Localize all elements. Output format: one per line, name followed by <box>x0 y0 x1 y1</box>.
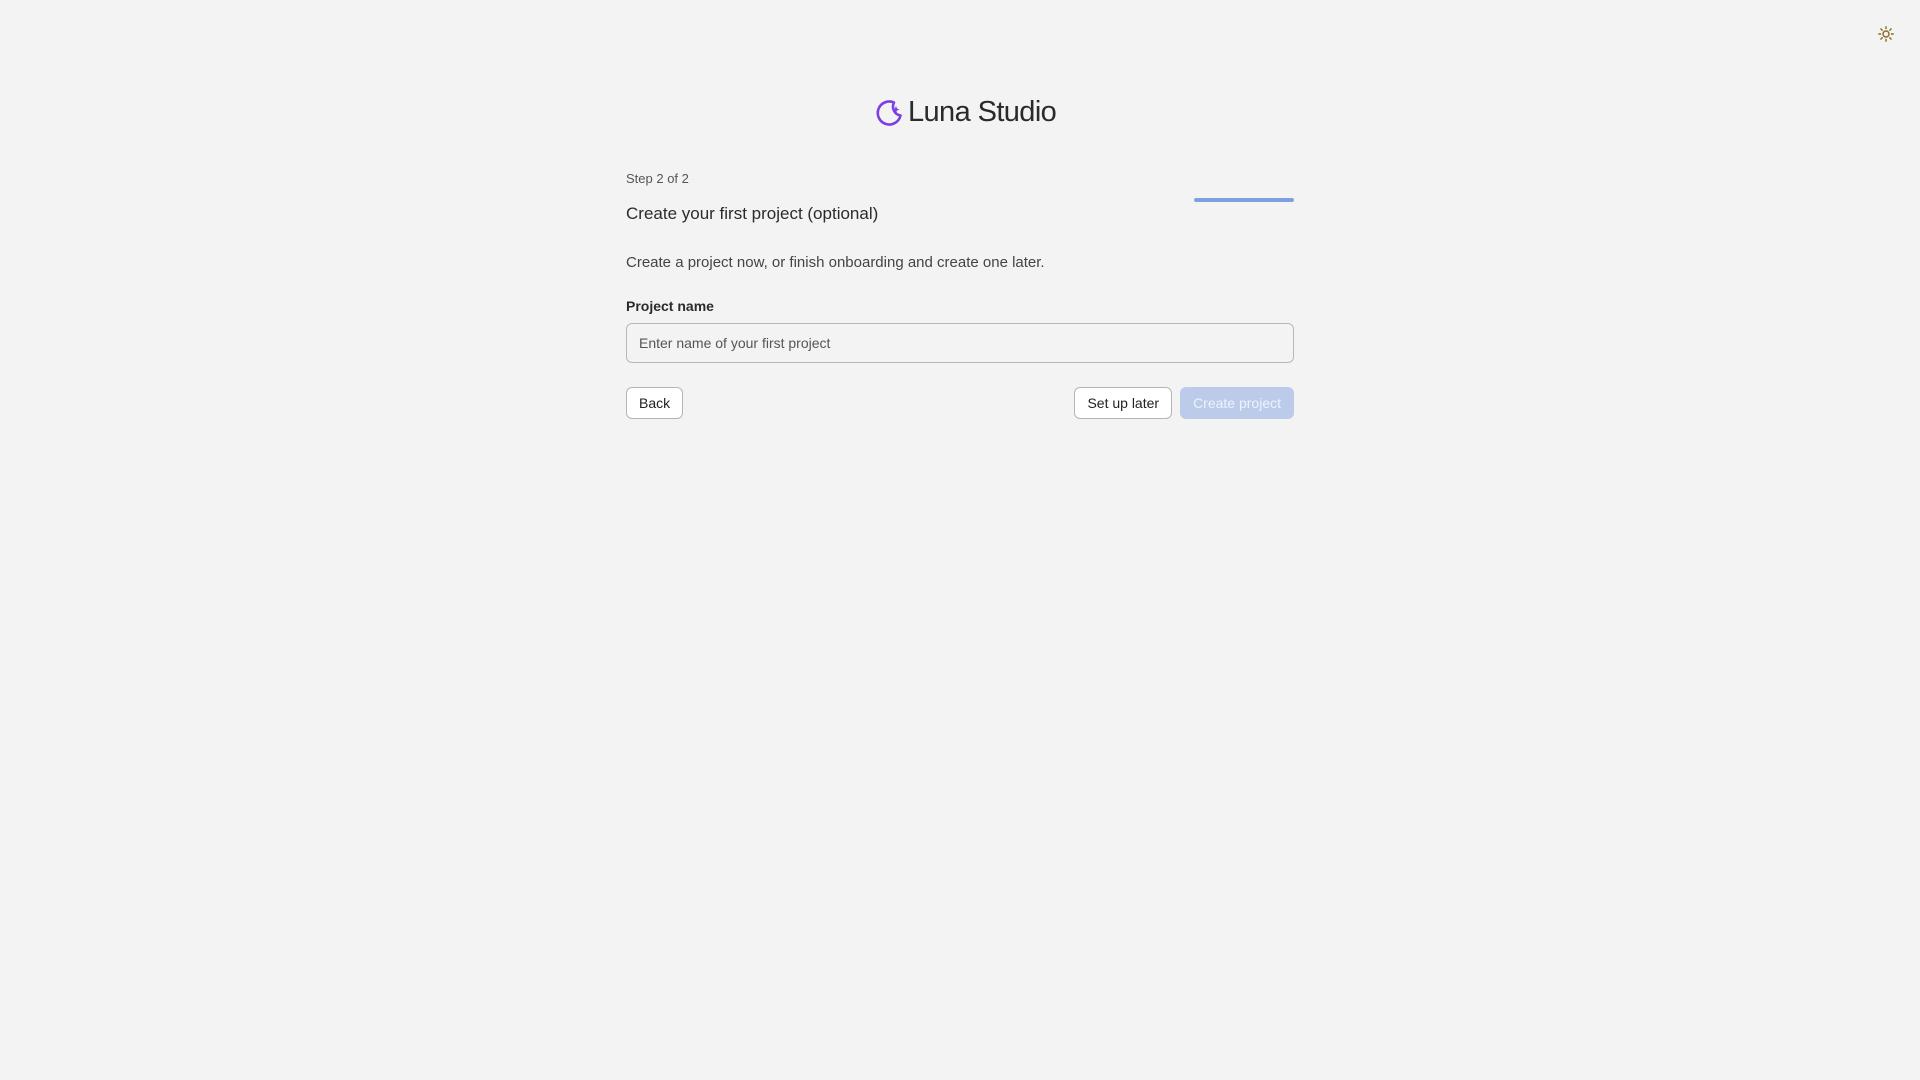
page-title: Create your first project (optional) <box>626 204 879 223</box>
set-up-later-button[interactable]: Set up later <box>1074 387 1173 419</box>
progress-bar-fill <box>1194 198 1294 202</box>
create-project-button[interactable]: Create project <box>1180 387 1294 419</box>
sun-icon <box>1878 26 1894 42</box>
brand-logo: Luna Studio <box>874 96 1057 129</box>
project-name-label: Project name <box>626 298 714 314</box>
action-bar: Back Set up later Create project <box>626 387 1294 419</box>
moon-sparkle-icon <box>876 99 902 126</box>
progress-bar <box>1194 198 1294 202</box>
back-button[interactable]: Back <box>626 387 684 419</box>
page-description: Create a project now, or finish onboardi… <box>626 254 1045 271</box>
right-actions: Set up later Create project <box>1074 387 1294 419</box>
theme-toggle-button[interactable] <box>1874 22 1898 46</box>
onboarding-card: Step 2 of 2 Create your first project (o… <box>626 170 1294 419</box>
step-indicator: Step 2 of 2 <box>626 171 689 186</box>
project-name-input[interactable] <box>626 323 1294 363</box>
brand-name: Luna Studio <box>908 96 1057 128</box>
